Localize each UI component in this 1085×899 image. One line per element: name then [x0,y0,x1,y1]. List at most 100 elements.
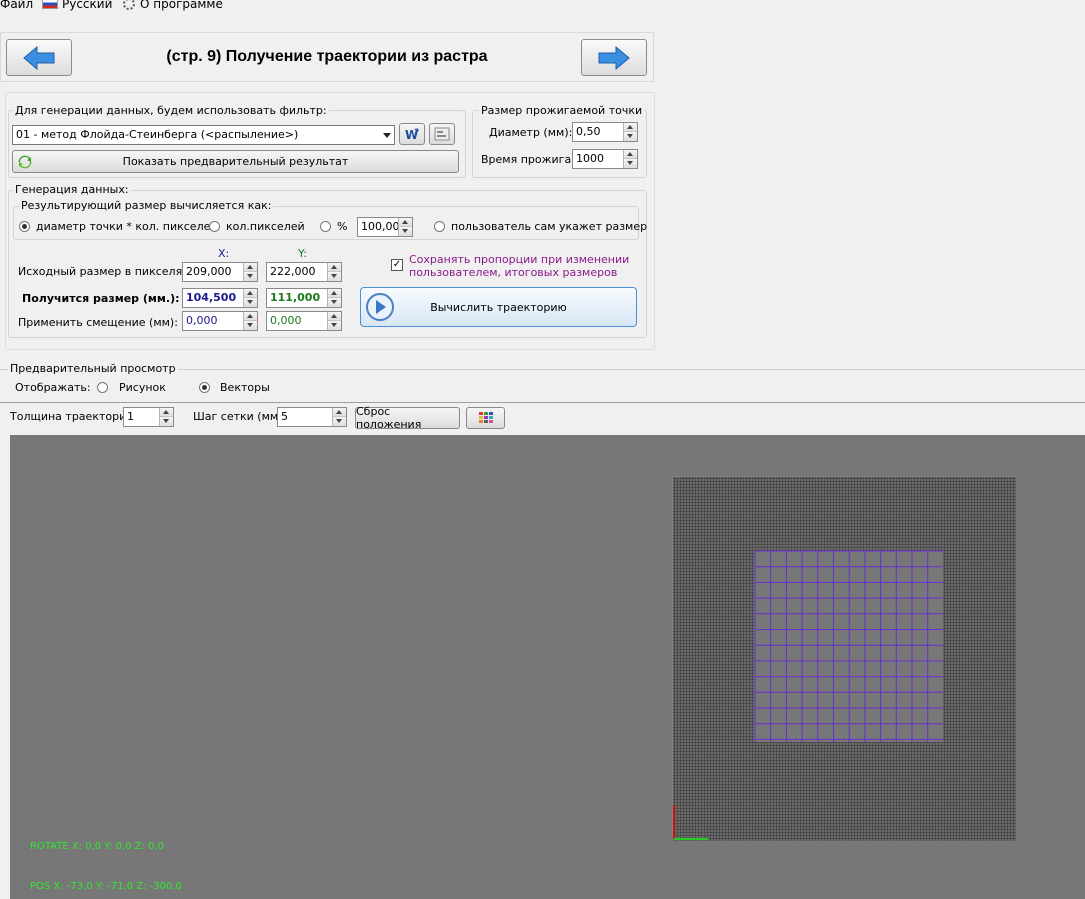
thickness-up-button[interactable] [159,408,173,417]
result-size-label: Получится размер (мм.): [22,292,180,305]
thickness-label: Толщина траектории: [10,410,138,423]
burn-time-up-button[interactable] [623,150,637,159]
offset-x-input[interactable]: 0,000 [182,311,258,331]
diameter-value: 0,50 [576,125,601,138]
diameter-down-button[interactable] [623,132,637,141]
color-palette-button[interactable] [466,407,505,429]
result-y-value: 111,000 [270,291,321,304]
y-column-header: Y: [298,247,307,260]
offset-y-input[interactable]: 0,000 [266,311,342,331]
menu-file[interactable]: Файл [0,0,33,11]
diameter-up-button[interactable] [623,123,637,132]
menu-bar: Файл Русский О программе [0,0,1085,14]
thickness-down-button[interactable] [159,417,173,426]
source-y-up-button[interactable] [327,263,341,272]
filter-help-icon: W ? [405,128,419,142]
rotate-readout: ROTATE X: 0,0 Y: 0,0 Z: 0,0 [30,841,165,852]
source-y-down-button[interactable] [327,272,341,281]
point-size-group-label: Размер прожигаемой точки [479,104,645,117]
menu-about-label: О программе [140,0,223,11]
refresh-icon [18,155,32,169]
chevron-down-icon [383,133,391,138]
reset-position-label: Сброс положения [356,405,422,431]
preview-result-button[interactable]: Показать предварительный результат [12,150,459,173]
preview-section-label: Предварительный просмотр [8,362,178,375]
burn-time-down-button[interactable] [623,159,637,168]
arrow-right-icon [598,45,630,70]
percent-up-button[interactable] [398,218,412,227]
result-x-up-button[interactable] [243,289,257,298]
grid-step-input[interactable]: 5 [277,407,347,427]
generation-group-label: Генерация данных: [13,183,131,196]
result-x-input[interactable]: 104,500 [182,288,258,308]
trajectory-grid [672,476,1016,841]
source-x-down-button[interactable] [243,272,257,281]
keep-proportions-label: Сохранять пропорции при изменении пользо… [409,253,629,279]
offset-y-value: 0,000 [270,314,302,327]
filter-settings-button[interactable] [429,123,455,145]
radio-pixel-count[interactable] [209,221,220,232]
source-size-label: Исходный размер в пикселях: [18,265,193,278]
percent-down-button[interactable] [398,227,412,236]
svg-text:?: ? [414,128,419,138]
diameter-input[interactable]: 0,50 [572,122,638,142]
result-y-down-button[interactable] [327,298,341,307]
radio-diameter-times-pixels-label: диаметр точки * кол. пикселей [36,220,218,233]
offset-label: Применить смещение (мм): [18,316,178,329]
offset-y-down-button[interactable] [327,321,341,330]
source-x-up-button[interactable] [243,263,257,272]
vector-preview-viewport[interactable]: ROTATE X: 0,0 Y: 0,0 Z: 0,0 POS X: -73,0… [10,435,1085,899]
calculate-trajectory-button[interactable]: Вычислить траекторию [360,287,637,327]
settings-panel-icon [434,127,450,141]
keep-proportions-line2: пользователем, итоговых размеров [409,266,618,279]
page-header: (стр. 9) Получение траектории из растра [0,32,654,82]
source-x-value: 209,000 [186,265,232,278]
radio-percent-label: % [337,220,348,233]
position-readout: POS X: -73,0 Y: -71,0 Z: -300,0 [30,881,182,892]
russia-flag-icon [42,0,58,9]
radio-display-vectors[interactable] [199,382,210,393]
menu-language[interactable]: Русский [42,0,112,11]
radio-percent[interactable] [320,221,331,232]
radio-user-size[interactable] [434,221,445,232]
filter-group-label: Для генерации данных, будем использовать… [13,104,329,117]
play-icon [366,293,394,321]
forward-button[interactable] [581,39,647,76]
calc-method-label: Результирующий размер вычисляется как: [19,199,274,212]
result-y-input[interactable]: 111,000 [266,288,342,308]
menu-language-label: Русский [62,0,113,11]
thickness-input[interactable]: 1 [123,407,174,427]
radio-display-image[interactable] [97,382,108,393]
grid-step-label: Шаг сетки (мм.): [193,410,290,423]
display-mode-label: Отображать: [15,381,91,394]
grid-step-up-button[interactable] [332,408,346,417]
radio-diameter-times-pixels[interactable] [19,221,30,232]
grid-step-down-button[interactable] [332,417,346,426]
diameter-label: Диаметр (мм): [489,126,573,139]
radio-display-vectors-label: Векторы [220,381,270,394]
filter-select[interactable]: 01 - метод Флойда-Стеинберга (<распылени… [12,125,395,145]
x-column-header: X: [218,247,230,260]
offset-x-up-button[interactable] [243,312,257,321]
gear-icon [123,0,135,10]
offset-y-up-button[interactable] [327,312,341,321]
result-x-down-button[interactable] [243,298,257,307]
offset-x-down-button[interactable] [243,321,257,330]
source-x-input[interactable]: 209,000 [182,262,258,282]
page-title: (стр. 9) Получение траектории из растра [166,48,488,65]
source-y-input[interactable]: 222,000 [266,262,342,282]
radio-user-size-label: пользователь сам укажет размер [451,220,648,233]
source-y-value: 222,000 [270,265,316,278]
percent-value: 100,00 [361,220,400,233]
reset-position-button[interactable]: Сброс положения [355,405,460,431]
filter-help-button[interactable]: W ? [399,123,425,145]
color-palette-icon [478,412,493,423]
percent-input[interactable]: 100,00 [357,217,413,237]
grid-step-value: 5 [281,410,288,423]
toolbar-divider [0,402,1085,403]
result-y-up-button[interactable] [327,289,341,298]
keep-proportions-checkbox[interactable]: ✓ [391,259,403,271]
thickness-value: 1 [127,410,134,423]
menu-about[interactable]: О программе [123,0,223,11]
burn-time-input[interactable]: 1000 [572,149,638,169]
